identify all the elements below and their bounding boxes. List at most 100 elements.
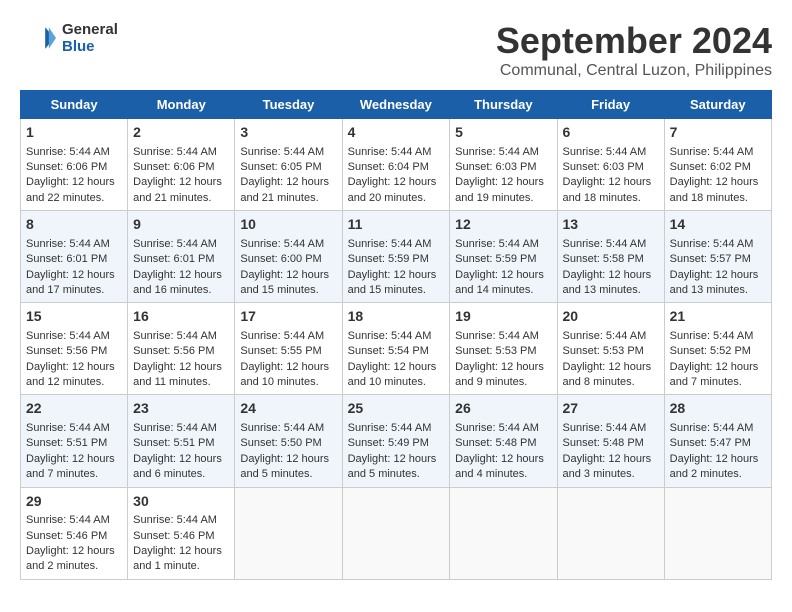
- logo: General Blue: [20, 20, 118, 56]
- sunset-text: Sunset: 5:51 PM: [133, 437, 214, 449]
- daylight-text: Daylight: 12 hours and 15 minutes.: [240, 269, 329, 296]
- day-number: 27: [563, 399, 659, 419]
- day-number: 8: [26, 215, 122, 235]
- sunset-text: Sunset: 5:46 PM: [133, 530, 214, 542]
- sunset-text: Sunset: 5:59 PM: [348, 253, 429, 265]
- calendar-cell: 3Sunrise: 5:44 AMSunset: 6:05 PMDaylight…: [235, 119, 342, 211]
- sunset-text: Sunset: 5:53 PM: [455, 345, 536, 357]
- day-number: 26: [455, 399, 551, 419]
- header-row: Sunday Monday Tuesday Wednesday Thursday…: [21, 91, 772, 119]
- calendar-cell: 13Sunrise: 5:44 AMSunset: 5:58 PMDayligh…: [557, 211, 664, 303]
- sunset-text: Sunset: 5:46 PM: [26, 530, 107, 542]
- day-number: 5: [455, 123, 551, 143]
- month-title: September 2024: [496, 20, 772, 62]
- calendar-cell: 25Sunrise: 5:44 AMSunset: 5:49 PMDayligh…: [342, 395, 450, 487]
- calendar-cell: 27 Sunrise: 5:44 AM Sunset: 5:48 PM Dayligh…: [557, 395, 664, 487]
- calendar-cell: 29Sunrise: 5:44 AMSunset: 5:46 PMDayligh…: [21, 487, 128, 579]
- sunrise-text: Sunrise: 5:44 AM: [455, 146, 539, 158]
- calendar-cell: 28Sunrise: 5:44 AMSunset: 5:47 PMDayligh…: [664, 395, 771, 487]
- sunset-text: Sunset: 5:57 PM: [670, 253, 751, 265]
- day-number: 14: [670, 215, 766, 235]
- sunrise-text: Sunrise: 5:44 AM: [670, 422, 754, 434]
- day-number: 9: [133, 215, 229, 235]
- sunrise-text: Sunrise: 5:44 AM: [348, 330, 432, 342]
- daylight-text: Daylight: 12 hours and 1 minute.: [133, 545, 222, 572]
- calendar-cell: 5Sunrise: 5:44 AMSunset: 6:03 PMDaylight…: [450, 119, 557, 211]
- sunset-text: Sunset: 5:50 PM: [240, 437, 321, 449]
- daylight-text: Daylight: 12 hours and 22 minutes.: [26, 176, 115, 203]
- calendar-cell: 8 Sunrise: 5:44 AM Sunset: 6:01 PM Daylight…: [21, 211, 128, 303]
- day-number: 19: [455, 307, 551, 327]
- sunrise-text: Sunrise: 5:44 AM: [26, 238, 110, 250]
- calendar-cell: [664, 487, 771, 579]
- daylight-text: Daylight: 12 hours and 21 minutes.: [133, 176, 222, 203]
- daylight-text: Daylight: 12 hours and 17 minutes.: [26, 269, 115, 296]
- calendar-cell: 10Sunrise: 5:44 AMSunset: 6:00 PMDayligh…: [235, 211, 342, 303]
- sunset-text: Sunset: 6:06 PM: [133, 161, 214, 173]
- sunrise-text: Sunrise: 5:44 AM: [133, 330, 217, 342]
- calendar-cell: 26Sunrise: 5:44 AMSunset: 5:48 PMDayligh…: [450, 395, 557, 487]
- sunset-text: Sunset: 6:01 PM: [26, 253, 107, 265]
- sunrise-text: Sunrise: 5:44 AM: [563, 146, 647, 158]
- daylight-text: Daylight: 12 hours and 13 minutes.: [563, 269, 652, 296]
- daylight-text: Daylight: 12 hours and 10 minutes.: [348, 361, 437, 388]
- calendar-cell: 6Sunrise: 5:44 AMSunset: 6:03 PMDaylight…: [557, 119, 664, 211]
- day-number: 15: [26, 307, 122, 327]
- title-area: September 2024 Communal, Central Luzon, …: [496, 20, 772, 80]
- sunset-text: Sunset: 6:00 PM: [240, 253, 321, 265]
- calendar-cell: 1Sunrise: 5:44 AMSunset: 6:06 PMDaylight…: [21, 119, 128, 211]
- daylight-text: Daylight: 12 hours and 3 minutes.: [563, 453, 652, 480]
- sunrise-text: Sunrise: 5:44 AM: [240, 422, 324, 434]
- calendar-cell: 18Sunrise: 5:44 AMSunset: 5:54 PMDayligh…: [342, 303, 450, 395]
- day-number: 18: [348, 307, 445, 327]
- sunset-text: Sunset: 5:56 PM: [26, 345, 107, 357]
- col-thursday: Thursday: [450, 91, 557, 119]
- col-friday: Friday: [557, 91, 664, 119]
- daylight-text: Daylight: 12 hours and 5 minutes.: [348, 453, 437, 480]
- day-number: 29: [26, 492, 122, 512]
- sunrise-text: Sunrise: 5:44 AM: [133, 146, 217, 158]
- day-number: 3: [240, 123, 336, 143]
- day-number: 28: [670, 399, 766, 419]
- sunrise-text: Sunrise: 5:44 AM: [563, 422, 647, 434]
- sunrise-text: Sunrise: 5:44 AM: [133, 422, 217, 434]
- calendar-row: 22Sunrise: 5:44 AMSunset: 5:51 PMDayligh…: [21, 395, 772, 487]
- daylight-text: Daylight: 12 hours and 20 minutes.: [348, 176, 437, 203]
- calendar-cell: 23Sunrise: 5:44 AMSunset: 5:51 PMDayligh…: [128, 395, 235, 487]
- calendar-cell: 30Sunrise: 5:44 AMSunset: 5:46 PMDayligh…: [128, 487, 235, 579]
- day-number: 4: [348, 123, 445, 143]
- daylight-text: Daylight: 12 hours and 14 minutes.: [455, 269, 544, 296]
- calendar-row: 8 Sunrise: 5:44 AM Sunset: 6:01 PM Daylight…: [21, 211, 772, 303]
- sunset-text: Sunset: 6:06 PM: [26, 161, 107, 173]
- calendar-cell: 17Sunrise: 5:44 AMSunset: 5:55 PMDayligh…: [235, 303, 342, 395]
- sunset-text: Sunset: 5:48 PM: [563, 437, 644, 449]
- daylight-text: Daylight: 12 hours and 7 minutes.: [670, 361, 759, 388]
- sunrise-text: Sunrise: 5:44 AM: [133, 238, 217, 250]
- sunrise-text: Sunrise: 5:44 AM: [455, 422, 539, 434]
- location-title: Communal, Central Luzon, Philippines: [496, 62, 772, 80]
- calendar-cell: [557, 487, 664, 579]
- sunrise-text: Sunrise: 5:44 AM: [348, 146, 432, 158]
- sunrise-text: Sunrise: 5:44 AM: [563, 330, 647, 342]
- calendar-row: 15 Sunrise: 5:44 AM Sunset: 5:56 PM Dayligh…: [21, 303, 772, 395]
- calendar-cell: [342, 487, 450, 579]
- sunset-text: Sunset: 6:03 PM: [563, 161, 644, 173]
- calendar-table: Sunday Monday Tuesday Wednesday Thursday…: [20, 90, 772, 580]
- sunset-text: Sunset: 5:59 PM: [455, 253, 536, 265]
- calendar-cell: 22Sunrise: 5:44 AMSunset: 5:51 PMDayligh…: [21, 395, 128, 487]
- daylight-text: Daylight: 12 hours and 18 minutes.: [670, 176, 759, 203]
- sunrise-text: Sunrise: 5:44 AM: [563, 238, 647, 250]
- sunset-text: Sunset: 6:05 PM: [240, 161, 321, 173]
- daylight-text: Daylight: 12 hours and 12 minutes.: [26, 361, 115, 388]
- sunrise-text: Sunrise: 5:44 AM: [670, 238, 754, 250]
- daylight-text: Daylight: 12 hours and 2 minutes.: [670, 453, 759, 480]
- daylight-text: Daylight: 12 hours and 16 minutes.: [133, 269, 222, 296]
- sunset-text: Sunset: 5:55 PM: [240, 345, 321, 357]
- day-number: 25: [348, 399, 445, 419]
- calendar-cell: 12Sunrise: 5:44 AMSunset: 5:59 PMDayligh…: [450, 211, 557, 303]
- daylight-text: Daylight: 12 hours and 13 minutes.: [670, 269, 759, 296]
- calendar-cell: 4Sunrise: 5:44 AMSunset: 6:04 PMDaylight…: [342, 119, 450, 211]
- day-number: 30: [133, 492, 229, 512]
- day-number: 11: [348, 215, 445, 235]
- daylight-text: Daylight: 12 hours and 15 minutes.: [348, 269, 437, 296]
